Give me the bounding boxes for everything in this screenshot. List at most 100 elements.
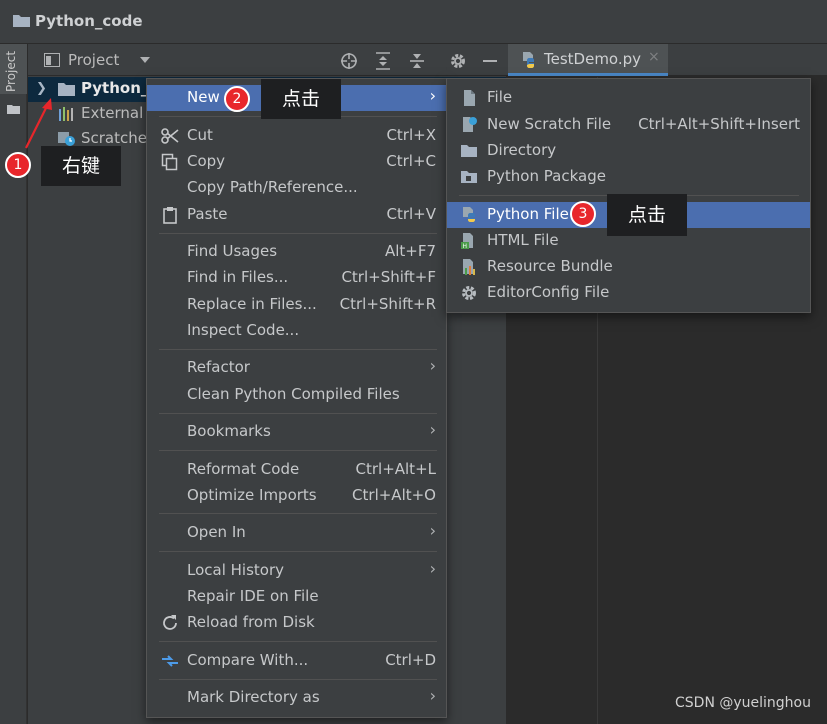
- scratches-icon: [58, 132, 75, 146]
- chevron-right-icon: ›: [429, 521, 436, 540]
- menu-item-shortcut: Ctrl+Shift+F: [341, 268, 436, 286]
- menu-item-label: Inspect Code...: [187, 321, 300, 339]
- folder-icon: [461, 145, 477, 157]
- menu-item-find-in-files[interactable]: Find in Files... Ctrl+Shift+F: [147, 265, 446, 291]
- menu-item-compare-with[interactable]: Compare With... Ctrl+D: [147, 648, 446, 674]
- resource-bundle-icon: [463, 259, 475, 275]
- menu-separator: [159, 450, 437, 451]
- menu-item-cut[interactable]: Cut Ctrl+X: [147, 123, 446, 149]
- locate-icon[interactable]: [340, 52, 358, 70]
- menu-item-find-usages[interactable]: Find Usages Alt+F7: [147, 239, 446, 265]
- menu-item-label: Local History: [187, 561, 285, 579]
- menu-item-bookmarks[interactable]: Bookmarks ›: [147, 419, 446, 445]
- menu-item-label: Copy: [187, 152, 226, 170]
- title-bar: Python_code: [0, 0, 827, 44]
- submenu-item-label: New Scratch File: [487, 115, 612, 133]
- menu-item-copy[interactable]: Copy Ctrl+C: [147, 149, 446, 175]
- submenu-item-shortcut: Ctrl+Alt+Shift+Insert: [638, 115, 800, 133]
- menu-item-shortcut: Ctrl+Alt+L: [355, 460, 437, 478]
- menu-item-label: Open In: [187, 523, 246, 541]
- menu-item-paste[interactable]: Paste Ctrl+V: [147, 202, 446, 228]
- submenu-item-directory[interactable]: Directory: [447, 138, 810, 164]
- copy-icon: [161, 153, 178, 171]
- menu-item-reformat-code[interactable]: Reformat Code Ctrl+Alt+L: [147, 457, 446, 483]
- menu-item-shortcut: Alt+F7: [384, 242, 436, 260]
- step-callout-3: 点击: [607, 194, 687, 236]
- menu-item-label: Paste: [187, 205, 228, 223]
- project-tool-tab[interactable]: Project: [0, 44, 27, 94]
- step-callout-1: 右键: [41, 146, 121, 186]
- project-panel-title[interactable]: Project: [68, 51, 119, 69]
- menu-item-shortcut: Ctrl+D: [385, 651, 436, 669]
- menu-item-label: Refactor: [187, 358, 250, 376]
- submenu-item-editorconfig-file[interactable]: EditorConfig File: [447, 280, 810, 306]
- submenu-item-resource-bundle[interactable]: Resource Bundle: [447, 254, 810, 280]
- menu-item-open-in[interactable]: Open In ›: [147, 520, 446, 546]
- submenu-item-python-package[interactable]: Python Package: [447, 164, 810, 190]
- chevron-down-icon[interactable]: [140, 57, 150, 63]
- menu-item-label: Bookmarks: [187, 422, 271, 440]
- menu-item-copy-path[interactable]: Copy Path/Reference...: [147, 175, 446, 201]
- menu-item-label: Clean Python Compiled Files: [187, 385, 400, 403]
- menu-item-label: Cut: [187, 126, 213, 144]
- submenu-item-label: Python File: [487, 205, 569, 223]
- submenu-item-new-scratch-file[interactable]: New Scratch File Ctrl+Alt+Shift+Insert: [447, 112, 810, 138]
- editor-tab-bar: TestDemo.py ×: [506, 44, 827, 76]
- menu-item-optimize-imports[interactable]: Optimize Imports Ctrl+Alt+O: [147, 483, 446, 509]
- menu-item-label: Optimize Imports: [187, 486, 317, 504]
- menu-separator: [159, 513, 437, 514]
- menu-item-inspect-code[interactable]: Inspect Code...: [147, 318, 446, 344]
- menu-item-label: Mark Directory as: [187, 688, 320, 706]
- collapse-all-icon[interactable]: [408, 52, 426, 70]
- menu-item-repair-ide[interactable]: Repair IDE on File: [147, 584, 446, 610]
- step-callout-2: 点击: [261, 79, 341, 119]
- editor-tab-label: TestDemo.py: [544, 50, 642, 68]
- menu-item-shortcut: Ctrl+C: [386, 152, 436, 170]
- reload-icon: [163, 615, 177, 630]
- gear-icon: [462, 286, 476, 300]
- menu-item-shortcut: Ctrl+Shift+R: [339, 295, 436, 313]
- step-badge-1: 1: [5, 152, 31, 178]
- menu-separator: [159, 551, 437, 552]
- tree-item-label: Scratche: [81, 129, 147, 147]
- menu-item-refactor[interactable]: Refactor ›: [147, 355, 446, 381]
- clipboard-icon: [163, 207, 177, 224]
- menu-item-reload-from-disk[interactable]: Reload from Disk: [147, 610, 446, 636]
- submenu-item-label: EditorConfig File: [487, 283, 610, 301]
- menu-item-shortcut: Ctrl+X: [386, 126, 436, 144]
- menu-item-label: Reload from Disk: [187, 613, 315, 631]
- menu-item-shortcut: Ctrl+Alt+O: [352, 486, 436, 504]
- svg-text:H: H: [463, 243, 468, 250]
- chevron-right-icon[interactable]: ❯: [36, 81, 47, 96]
- step-badge-3: 3: [570, 201, 596, 227]
- menu-item-clean-compiled[interactable]: Clean Python Compiled Files: [147, 382, 446, 408]
- folder-icon: [13, 15, 30, 27]
- compare-icon: [162, 655, 178, 667]
- chevron-right-icon: ›: [429, 559, 436, 578]
- menu-item-replace-in-files[interactable]: Replace in Files... Ctrl+Shift+R: [147, 292, 446, 318]
- menu-item-label: Repair IDE on File: [187, 587, 319, 605]
- expand-all-icon[interactable]: [374, 52, 392, 70]
- chevron-right-icon: ›: [429, 686, 436, 705]
- scratch-file-icon: [463, 117, 477, 132]
- project-tool-tab-label: Project: [4, 50, 18, 92]
- submenu-item-label: HTML File: [487, 231, 559, 249]
- menu-item-local-history[interactable]: Local History ›: [147, 558, 446, 584]
- editor-tab-testdemo[interactable]: TestDemo.py ×: [508, 44, 668, 76]
- close-icon[interactable]: ×: [648, 49, 660, 65]
- menu-item-mark-directory[interactable]: Mark Directory as ›: [147, 685, 446, 711]
- package-icon: [461, 171, 477, 183]
- menu-item-label: Reformat Code: [187, 460, 300, 478]
- gear-icon[interactable]: [449, 52, 467, 70]
- menu-separator: [159, 413, 437, 414]
- project-panel-header: Project: [28, 44, 506, 76]
- file-icon: [464, 90, 475, 106]
- menu-separator: [159, 349, 437, 350]
- context-menu: New › Cut Ctrl+X Copy Ctrl+C Copy Path/R…: [146, 78, 447, 718]
- submenu-item-label: Directory: [487, 141, 557, 159]
- html-file-icon: H: [461, 233, 473, 250]
- menu-separator: [159, 233, 437, 234]
- submenu-item-file[interactable]: File: [447, 85, 810, 111]
- minimize-icon[interactable]: [481, 52, 499, 70]
- menu-separator: [159, 641, 437, 642]
